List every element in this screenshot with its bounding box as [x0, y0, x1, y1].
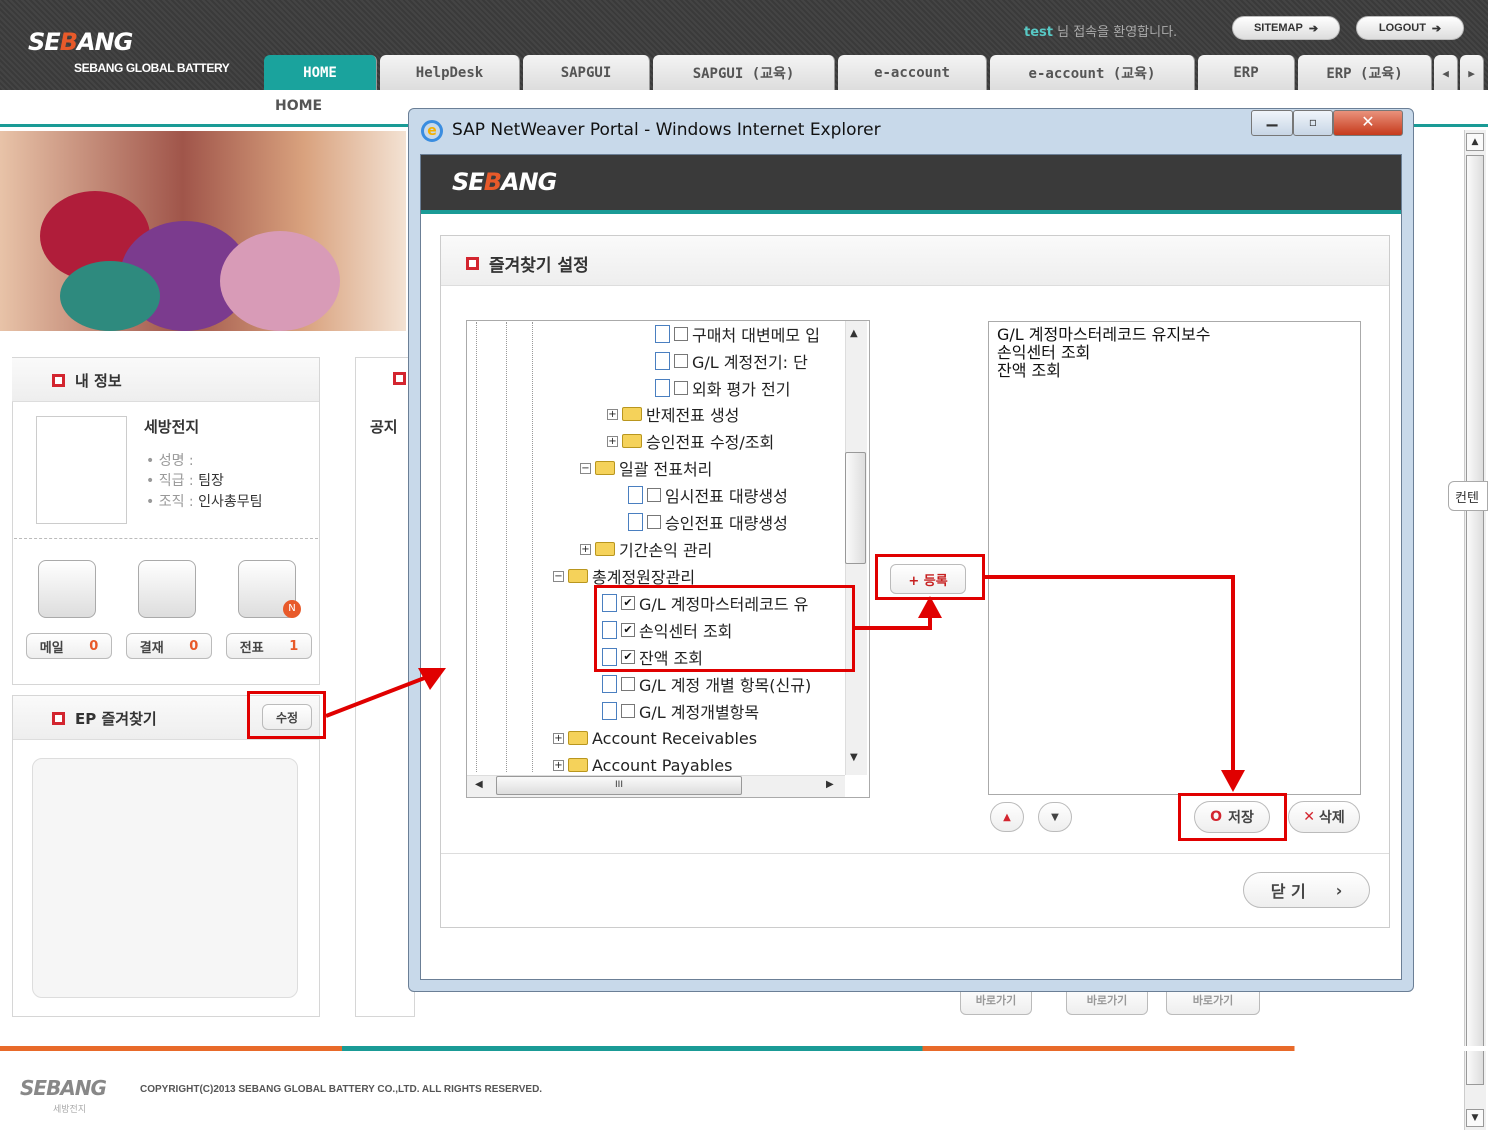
footer-logo-sub: 세방전지: [53, 1105, 87, 1115]
arrow-line: [983, 575, 1235, 786]
footer-logo: SEBANG: [20, 1076, 107, 1100]
arrow-line: [855, 602, 932, 630]
arrowhead: [1221, 770, 1245, 792]
arrowhead: [918, 596, 942, 618]
annotation-arrows: [325, 575, 1245, 792]
footer-divider: [0, 1046, 1488, 1051]
copyright-text: COPYRIGHT(C)2013 SEBANG GLOBAL BATTERY C…: [140, 1084, 543, 1095]
arrow-line: [325, 670, 441, 718]
